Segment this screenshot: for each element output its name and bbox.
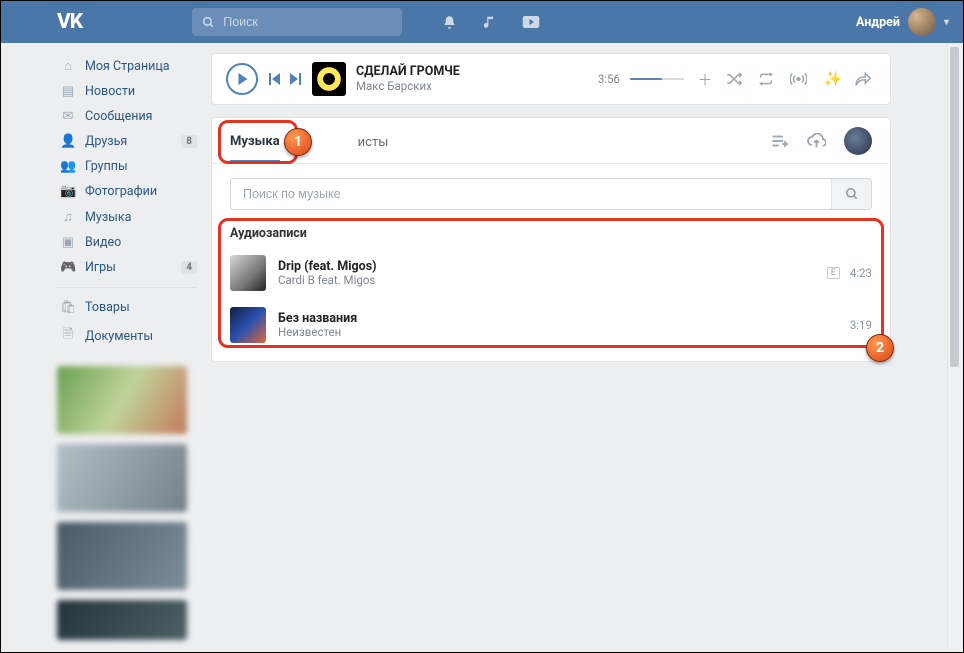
sidebar-item-label: Музыка (85, 210, 131, 225)
sidebar-ad[interactable] (57, 522, 187, 590)
sidebar-separator (57, 287, 197, 288)
track-cover (230, 307, 266, 343)
sidebar-item-games[interactable]: 🎮 Игры 4 (57, 255, 197, 280)
track-duration: 4:23 (850, 266, 872, 280)
broadcast-icon[interactable] (790, 72, 812, 86)
music-search-input[interactable] (231, 179, 831, 209)
music-card: Музыка исты (211, 117, 891, 362)
sidebar-item-friends[interactable]: 👤 Друзья 8 (57, 129, 197, 154)
track-duration: 3:19 (850, 318, 872, 332)
track-title: Drip (feat. Migos) (278, 259, 377, 274)
search-icon (202, 16, 215, 29)
sidebar-item-video[interactable]: ▣ Видео (57, 230, 197, 255)
docs-icon: 🗎 (60, 325, 76, 347)
music-search[interactable] (230, 178, 872, 210)
sidebar-item-groups[interactable]: 👥 Группы (57, 154, 197, 179)
track-time: 3:56 (598, 72, 620, 86)
friends-badge: 8 (181, 135, 197, 148)
vk-logo[interactable]: VK (57, 10, 82, 34)
home-icon: ⌂ (60, 58, 76, 74)
shuffle-icon[interactable] (726, 72, 748, 86)
next-track-button[interactable] (290, 73, 302, 85)
sidebar-item-label: Сообщения (85, 109, 153, 124)
sidebar-item-label: Видео (85, 235, 121, 250)
camera-icon: 📷 (60, 184, 76, 199)
share-icon[interactable] (854, 72, 876, 86)
sidebar-item-mypage[interactable]: ⌂ Моя Страница (57, 53, 197, 79)
tab-playlists-partial[interactable]: исты (358, 121, 389, 161)
scrollbar-thumb[interactable] (950, 47, 959, 367)
sidebar-item-news[interactable]: ▤ Новости (57, 79, 197, 104)
music-search-button[interactable] (831, 179, 871, 209)
global-search-input[interactable] (223, 15, 392, 29)
track-artist: Cardi B feat. Migos (278, 274, 377, 288)
track-row[interactable]: Без названияНеизвестен 3:19 (212, 299, 890, 351)
sidebar-item-label: Группы (85, 159, 128, 174)
track-list: Drip (feat. Migos)Cardi B feat. Migos E 4:… (212, 247, 890, 351)
explicit-badge: E (827, 267, 840, 279)
upload-icon[interactable] (807, 133, 826, 149)
now-playing-artist: Макс Барских (356, 80, 460, 93)
news-icon: ▤ (60, 84, 76, 99)
sidebar-ad[interactable] (57, 366, 187, 434)
sidebar-item-label: Игры (85, 260, 116, 275)
groups-icon: 👥 (60, 159, 76, 174)
user-menu[interactable]: Андрей ▾ (856, 8, 949, 36)
avatar (908, 8, 936, 36)
tab-music[interactable]: Музыка (230, 120, 280, 162)
sidebar-item-label: Товары (85, 300, 130, 315)
music-icon: ♫ (60, 209, 76, 225)
sidebar-item-label: Моя Страница (85, 59, 170, 74)
friends-icon: 👤 (60, 134, 76, 149)
track-row[interactable]: Drip (feat. Migos)Cardi B feat. Migos E 4:… (212, 247, 890, 299)
play-button[interactable] (226, 63, 258, 95)
sidebar-item-label: Новости (85, 84, 135, 99)
user-name: Андрей (856, 15, 900, 30)
sidebar-item-photos[interactable]: 📷 Фотографии (57, 179, 197, 204)
track-artist: Неизвестен (278, 326, 357, 340)
games-badge: 4 (181, 261, 197, 274)
message-icon: ✉ (60, 109, 76, 124)
sidebar-item-music[interactable]: ♫ Музыка (57, 204, 197, 230)
track-title: Без названия (278, 311, 357, 326)
sidebar-item-market[interactable]: 🛍 Товары (57, 295, 197, 320)
market-icon: 🛍 (60, 300, 76, 315)
audio-player: СДЕЛАЙ ГРОМЧЕ Макс Барских 3:56 ＋ ✨ (211, 53, 891, 105)
sidebar-item-docs[interactable]: 🗎 Документы (57, 320, 197, 352)
sidebar-item-messages[interactable]: ✉ Сообщения (57, 104, 197, 129)
annotation-callout-1: 1 (284, 128, 312, 156)
video-icon: ▣ (60, 235, 76, 250)
now-playing-title: СДЕЛАЙ ГРОМЧЕ (356, 65, 460, 79)
chevron-down-icon: ▾ (944, 17, 949, 28)
add-playlist-icon[interactable] (771, 134, 789, 148)
prev-track-button[interactable] (268, 73, 280, 85)
volume-slider[interactable] (630, 78, 684, 80)
global-search[interactable] (192, 8, 402, 36)
repeat-icon[interactable] (758, 72, 780, 86)
sidebar-item-label: Фотографии (85, 184, 157, 199)
track-cover (230, 255, 266, 291)
music-header-icon[interactable] (482, 15, 512, 29)
sidebar-item-label: Друзья (85, 134, 127, 149)
now-playing-cover (312, 62, 346, 96)
sidebar-ad[interactable] (57, 600, 187, 640)
add-track-icon[interactable]: ＋ (694, 69, 716, 90)
sidebar: ⌂ Моя Страница ▤ Новости ✉ Сообщения 👤 Друзь… (57, 53, 197, 652)
games-icon: 🎮 (60, 260, 76, 275)
video-header-icon[interactable] (522, 15, 552, 29)
visual-icon[interactable]: ✨ (822, 70, 844, 88)
profile-avatar-small[interactable] (844, 127, 872, 155)
scrollbar[interactable] (947, 45, 961, 648)
sidebar-item-label: Документы (85, 329, 153, 344)
notifications-icon[interactable] (442, 15, 472, 30)
sidebar-ad[interactable] (57, 444, 187, 512)
section-title-audio: Аудиозаписи (212, 224, 890, 247)
annotation-callout-2: 2 (866, 334, 894, 362)
